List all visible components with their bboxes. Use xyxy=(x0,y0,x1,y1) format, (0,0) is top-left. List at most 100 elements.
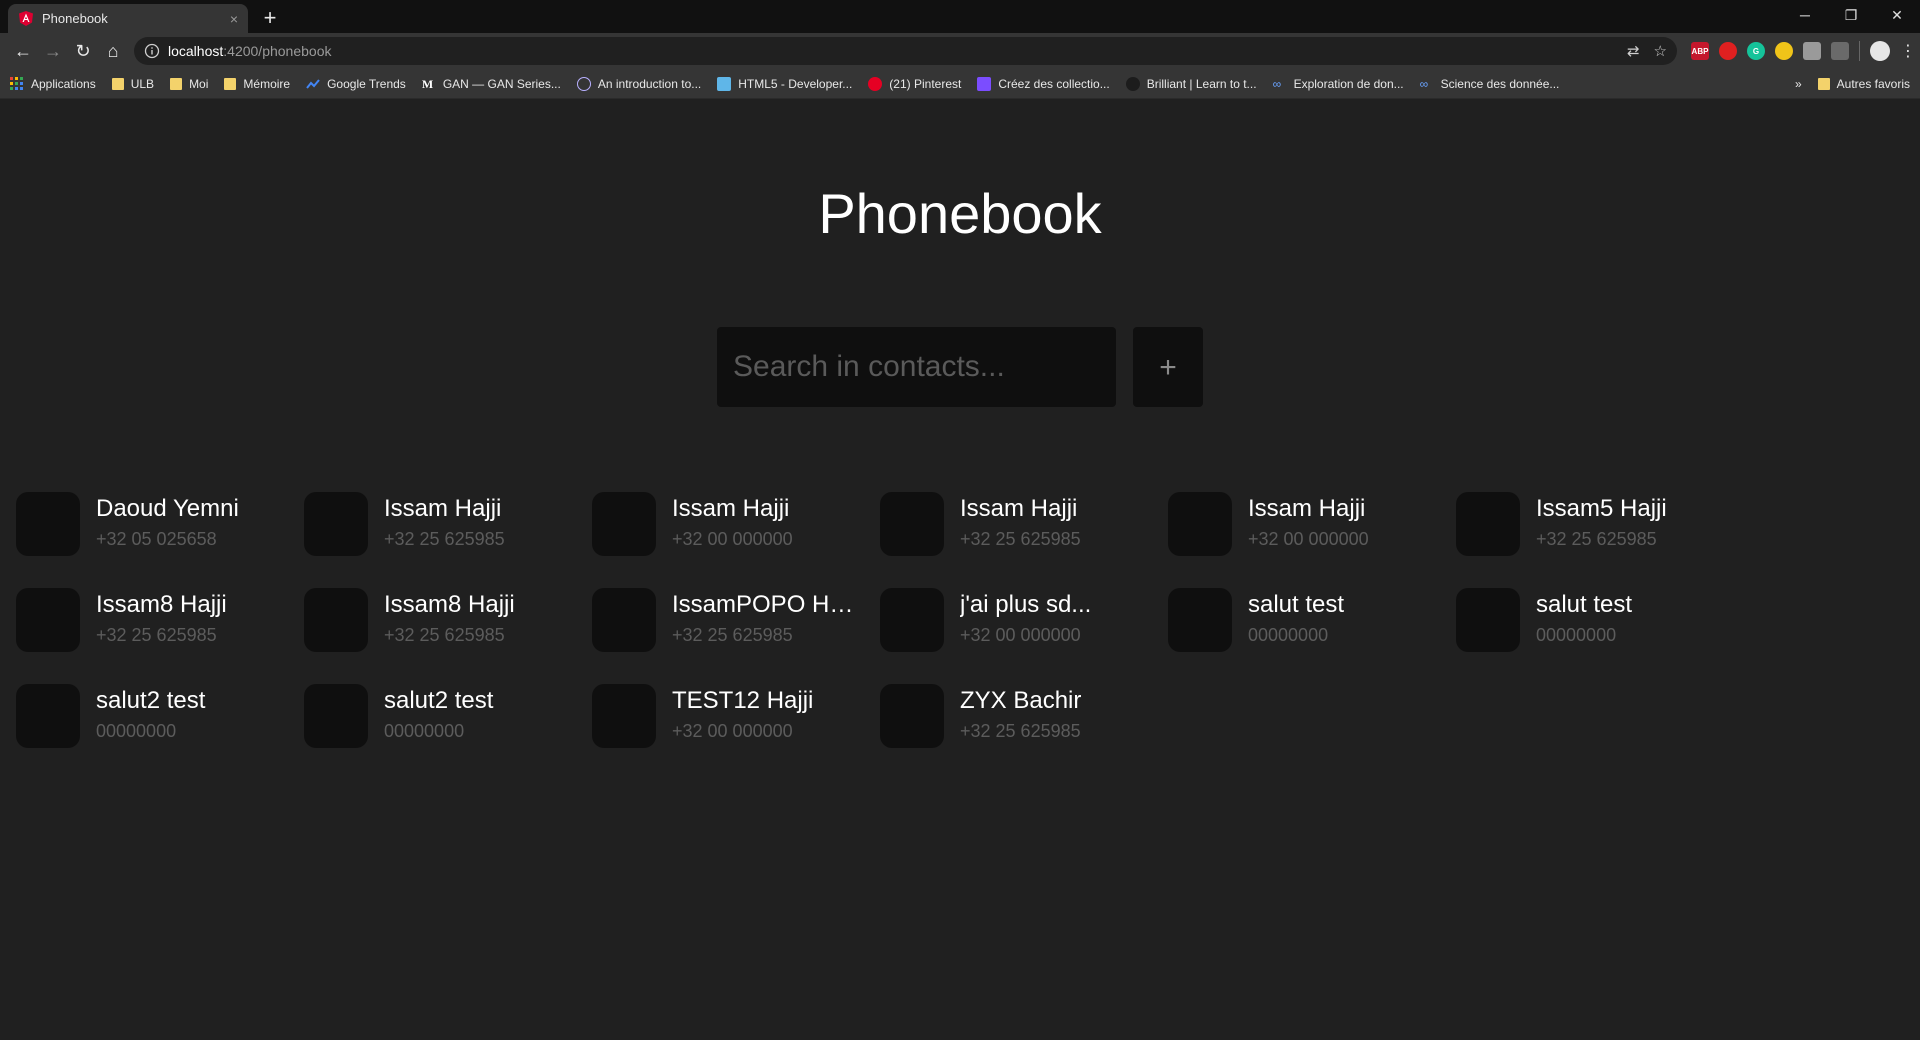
contact-name: salut test xyxy=(1536,591,1633,618)
avatar xyxy=(304,684,368,748)
tab-close-icon[interactable]: × xyxy=(230,11,238,27)
contact-phone: +32 00 000000 xyxy=(672,721,793,741)
browser-tab[interactable]: Phonebook × xyxy=(8,4,248,33)
contacts-grid: Daoud Yemni +32 05 025658 Issam Hajji +32 2… xyxy=(16,492,1744,780)
bookmark-introduction[interactable]: An introduction to... xyxy=(576,76,702,91)
grammarly-icon[interactable]: G xyxy=(1747,42,1765,60)
tab-title: Phonebook xyxy=(42,11,108,26)
home-icon[interactable]: ⌂ xyxy=(98,36,128,66)
contact-info: salut test 00000000 xyxy=(1248,588,1438,648)
close-window-icon[interactable]: ✕ xyxy=(1874,0,1920,30)
contact-card[interactable]: j'ai plus sd... +32 00 000000 xyxy=(880,588,1168,684)
reload-icon[interactable]: ↻ xyxy=(68,36,98,66)
extensions-area: ABP G ⋮ xyxy=(1687,41,1916,61)
contact-phone: 00000000 xyxy=(384,721,465,741)
contact-card[interactable]: Issam Hajji +32 00 000000 xyxy=(1168,492,1456,588)
contact-info: Daoud Yemni +32 05 025658 xyxy=(96,492,286,552)
bookmark-creez-collections[interactable]: Créez des collectio... xyxy=(977,76,1110,91)
contact-phone: +32 00 000000 xyxy=(1248,529,1369,549)
contact-info: Issam Hajji +32 25 625985 xyxy=(384,492,574,552)
bookmark-google-trends[interactable]: Google Trends xyxy=(306,77,406,91)
address-bar[interactable]: localhost:4200/phonebook ⇄ ☆ xyxy=(134,37,1677,65)
contact-card[interactable]: IssamPOPO Ha... +32 25 625985 xyxy=(592,588,880,684)
contact-phone: +32 25 625985 xyxy=(1536,529,1657,549)
contact-name: Issam8 Hajji xyxy=(384,591,515,618)
forward-icon[interactable]: → xyxy=(38,36,68,66)
bookmark-label: Créez des collectio... xyxy=(998,76,1110,91)
extension-red-icon[interactable] xyxy=(1719,42,1737,60)
contact-info: salut test 00000000 xyxy=(1536,588,1726,648)
coursera-icon: ∞ xyxy=(1419,76,1429,91)
contact-phone: 00000000 xyxy=(96,721,177,741)
adblock-icon[interactable]: ABP xyxy=(1691,42,1709,60)
contact-phone: +32 00 000000 xyxy=(672,529,793,549)
contact-card[interactable]: salut2 test 00000000 xyxy=(16,684,304,780)
extension-yellow-icon[interactable] xyxy=(1775,42,1793,60)
bookmark-html5[interactable]: HTML5 - Developer... xyxy=(717,76,852,91)
bookmark-moi[interactable]: Moi xyxy=(170,77,208,91)
folder-icon xyxy=(111,77,124,90)
avatar xyxy=(592,492,656,556)
contact-phone: 00000000 xyxy=(1248,625,1329,645)
bookmarks-bar: Applications ULB Moi Mémoire Google Tren… xyxy=(0,69,1920,99)
contact-phone: 00000000 xyxy=(1536,625,1617,645)
bookmark-memoire[interactable]: Mémoire xyxy=(224,77,290,91)
minimize-icon[interactable]: ─ xyxy=(1782,0,1828,30)
contact-name: Issam Hajji xyxy=(672,495,790,522)
contact-info: salut2 test 00000000 xyxy=(96,684,286,744)
contact-card[interactable]: Issam Hajji +32 25 625985 xyxy=(880,492,1168,588)
bookmark-ulb[interactable]: ULB xyxy=(111,77,154,91)
bookmark-label: GAN — GAN Series... xyxy=(442,76,561,91)
contact-card[interactable]: Issam Hajji +32 25 625985 xyxy=(304,492,592,588)
contact-card[interactable]: Daoud Yemni +32 05 025658 xyxy=(16,492,304,588)
site-info-icon[interactable] xyxy=(144,43,160,59)
browser-menu-icon[interactable]: ⋮ xyxy=(1900,41,1916,61)
contact-card[interactable]: salut test 00000000 xyxy=(1456,588,1744,684)
new-tab-button[interactable]: + xyxy=(256,4,284,32)
bookmark-other[interactable]: Autres favoris xyxy=(1817,77,1910,91)
contact-phone: +32 00 000000 xyxy=(960,625,1081,645)
contact-card[interactable]: Issam8 Hajji +32 25 625985 xyxy=(304,588,592,684)
site-icon xyxy=(576,76,591,91)
folder-icon xyxy=(224,77,237,90)
add-contact-button[interactable]: + xyxy=(1133,327,1203,407)
contact-name: Issam8 Hajji xyxy=(96,591,227,618)
page-title: Phonebook xyxy=(818,182,1102,245)
contact-phone: +32 25 625985 xyxy=(672,625,793,645)
bookmark-pinterest[interactable]: (21) Pinterest xyxy=(868,76,961,91)
site-icon xyxy=(717,76,732,91)
contact-name: Issam Hajji xyxy=(960,495,1078,522)
contact-card[interactable]: salut test 00000000 xyxy=(1168,588,1456,684)
contact-card[interactable]: salut2 test 00000000 xyxy=(304,684,592,780)
contact-card[interactable]: ZYX Bachir +32 25 625985 xyxy=(880,684,1168,780)
contact-name: j'ai plus sd... xyxy=(960,591,1092,618)
contact-name: Issam5 Hajji xyxy=(1536,495,1667,522)
bookmark-gan-series[interactable]: M GAN — GAN Series... xyxy=(422,77,561,91)
avatar xyxy=(880,492,944,556)
restore-icon[interactable]: ❐ xyxy=(1828,0,1874,30)
translate-icon[interactable]: ⇄ xyxy=(1627,42,1640,60)
url-path: :4200/phonebook xyxy=(223,43,332,59)
bookmark-science-donnees[interactable]: ∞ Science des donnée... xyxy=(1420,77,1560,91)
search-input[interactable] xyxy=(717,327,1116,407)
extension-gray-icon[interactable] xyxy=(1803,42,1821,60)
bookmark-label: An introduction to... xyxy=(597,76,702,91)
contact-card[interactable]: Issam8 Hajji +32 25 625985 xyxy=(16,588,304,684)
contact-card[interactable]: Issam5 Hajji +32 25 625985 xyxy=(1456,492,1744,588)
bookmark-label: Brilliant | Learn to t... xyxy=(1146,76,1257,91)
bookmark-applications[interactable]: Applications xyxy=(10,76,96,91)
bookmarks-overflow-icon[interactable]: » xyxy=(1795,77,1802,91)
bookmark-exploration[interactable]: ∞ Exploration de don... xyxy=(1273,77,1404,91)
contact-name: Daoud Yemni xyxy=(96,495,239,522)
profile-icon[interactable] xyxy=(1870,41,1890,61)
contact-phone: +32 25 625985 xyxy=(960,721,1081,741)
contact-card[interactable]: Issam Hajji +32 00 000000 xyxy=(592,492,880,588)
contact-card[interactable]: TEST12 Hajji +32 00 000000 xyxy=(592,684,880,780)
url-host: localhost xyxy=(168,43,224,59)
back-icon[interactable]: ← xyxy=(8,36,38,66)
bookmark-star-icon[interactable]: ☆ xyxy=(1654,42,1667,60)
avatar xyxy=(16,588,80,652)
extension-mixed-icon[interactable] xyxy=(1831,42,1849,60)
bookmark-brilliant[interactable]: Brilliant | Learn to t... xyxy=(1125,76,1257,91)
toolbar-divider xyxy=(1859,41,1860,61)
